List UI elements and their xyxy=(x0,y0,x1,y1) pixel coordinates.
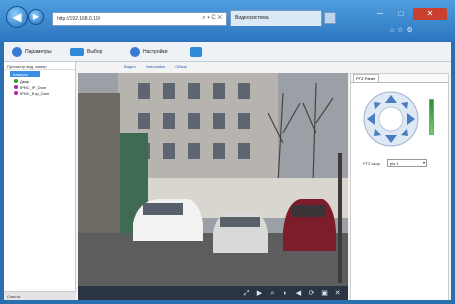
close-icon[interactable]: ✕ xyxy=(413,8,447,20)
camera-icon xyxy=(14,91,18,95)
address-bar[interactable]: http://192.168.0.10/ ⌕ ▾ C ✕ xyxy=(52,12,227,26)
link-settings[interactable]: Настройки xyxy=(146,64,166,70)
folder-icon xyxy=(70,48,84,56)
address-text: http://192.168.0.10/ xyxy=(57,16,101,22)
camera-scene-image xyxy=(78,73,348,300)
ptz-direction-pad[interactable] xyxy=(361,89,421,149)
video-view[interactable]: ⤢ ▶ ⌕ ◐ ◀ ⟳ ▣ ✕ xyxy=(78,73,348,300)
view-links: Видео Настройки Обзор xyxy=(124,62,187,70)
tree-item-label: IPNC_Exp_Dom xyxy=(20,90,50,96)
back-button[interactable]: ◀ xyxy=(6,6,28,28)
close-video-icon[interactable]: ✕ xyxy=(333,289,342,298)
ptz-speed-label: PTZ скор. xyxy=(363,161,382,166)
toolbar-item-params[interactable]: Параметры xyxy=(12,46,52,58)
tree-root-cameras[interactable]: Камеры xyxy=(10,71,40,77)
toolbar-item-select[interactable]: Выбор xyxy=(70,46,102,58)
refresh-icon[interactable]: ⟳ xyxy=(307,289,316,298)
ptz-panel: PTZ Panel PTZ скор. ptz 1 ▾ xyxy=(350,73,449,300)
video-control-bar: ⤢ ▶ ⌕ ◐ ◀ ⟳ ▣ ✕ xyxy=(78,286,348,300)
camera-icon xyxy=(14,85,18,89)
camera-icon xyxy=(14,79,18,83)
address-tools[interactable]: ⌕ ▾ C ✕ xyxy=(202,15,222,22)
globe-icon xyxy=(130,47,140,57)
tab-label: Видеосистема xyxy=(235,15,269,21)
chevron-down-icon: ▾ xyxy=(422,160,425,165)
tab-ptz-panel[interactable]: PTZ Panel xyxy=(353,74,379,82)
minimize-icon[interactable]: ─ xyxy=(372,8,388,20)
audio-icon[interactable]: ◀ xyxy=(294,289,303,298)
new-tab-button[interactable] xyxy=(324,12,336,24)
app-toolbar: Параметры Выбор Настройки xyxy=(4,42,451,62)
toolbar-item-settings[interactable]: Настройки xyxy=(130,46,168,58)
ptz-body: PTZ скор. ptz 1 ▾ xyxy=(351,82,448,300)
play-icon[interactable]: ▶ xyxy=(255,289,264,298)
brightness-icon[interactable]: ◐ xyxy=(281,289,290,298)
camera-tree-panel: Просмотр вид. камер Камеры Двор IPNC_IP_… xyxy=(4,62,76,300)
ptz-zoom-slider[interactable] xyxy=(429,99,434,135)
tree-root-label: Камеры xyxy=(13,71,28,77)
tree-item-label: Двор xyxy=(20,78,30,84)
image-icon xyxy=(190,47,202,57)
panel-footer[interactable]: Список xyxy=(4,291,76,300)
snapshot-icon[interactable]: ▣ xyxy=(320,289,329,298)
forward-button[interactable]: ▶ xyxy=(28,9,44,25)
toolbar-label: Настройки xyxy=(143,49,168,55)
tree-item-camera-3[interactable]: IPNC_Exp_Dom xyxy=(4,90,75,96)
browser-tab[interactable]: Видеосистема xyxy=(230,10,322,26)
panel-title: Просмотр вид. камер xyxy=(4,62,75,70)
link-video[interactable]: Видео xyxy=(124,64,136,70)
tree-item-label: IPNC_IP_Dom xyxy=(20,84,47,90)
link-overview[interactable]: Обзор xyxy=(175,64,187,70)
browser-tools-icons[interactable]: ⌂☆⚙ xyxy=(390,26,416,34)
maximize-icon[interactable]: □ xyxy=(393,8,409,20)
ptz-speed-value: ptz 1 xyxy=(390,161,399,166)
ptz-speed-select[interactable]: ptz 1 ▾ xyxy=(387,159,427,167)
gear-icon xyxy=(12,47,22,57)
zoom-icon[interactable]: ⌕ xyxy=(268,289,277,298)
toolbar-item-image[interactable] xyxy=(190,46,202,58)
toolbar-label: Выбор xyxy=(87,49,103,55)
toolbar-label: Параметры xyxy=(25,49,52,55)
main-content: Просмотр вид. камер Камеры Двор IPNC_IP_… xyxy=(4,62,451,300)
browser-titlebar: ◀ ▶ http://192.168.0.10/ ⌕ ▾ C ✕ Видеоси… xyxy=(0,0,455,42)
fullscreen-icon[interactable]: ⤢ xyxy=(242,289,251,298)
